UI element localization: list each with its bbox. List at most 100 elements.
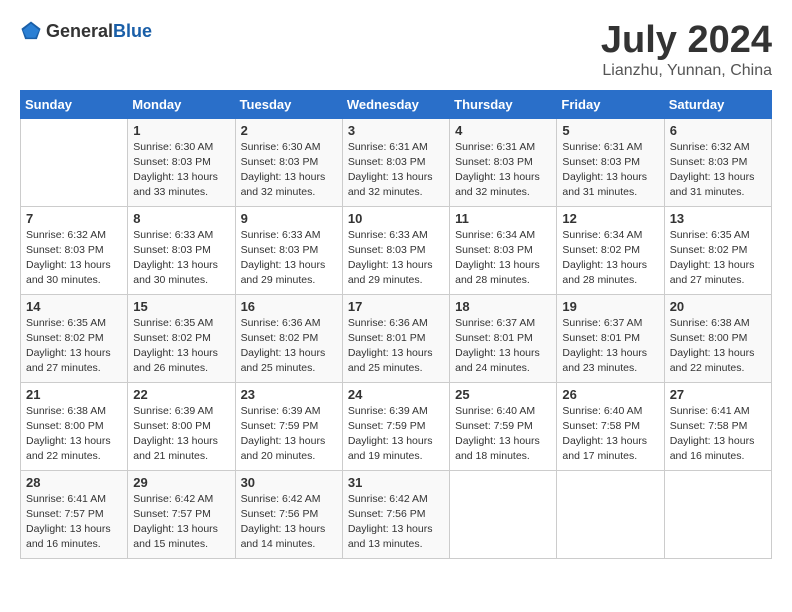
day-number: 22	[133, 387, 229, 402]
day-number: 2	[241, 123, 337, 138]
day-number: 18	[455, 299, 551, 314]
calendar-header: SundayMondayTuesdayWednesdayThursdayFrid…	[21, 90, 772, 118]
day-number: 16	[241, 299, 337, 314]
day-info: Sunrise: 6:41 AMSunset: 7:58 PMDaylight:…	[670, 404, 766, 465]
day-info: Sunrise: 6:33 AMSunset: 8:03 PMDaylight:…	[241, 228, 337, 289]
calendar-cell: 18Sunrise: 6:37 AMSunset: 8:01 PMDayligh…	[450, 294, 557, 382]
calendar-cell: 12Sunrise: 6:34 AMSunset: 8:02 PMDayligh…	[557, 206, 664, 294]
calendar-cell: 22 Sunrise: 6:39 AMSunset: 8:00 PMDayligh…	[128, 382, 235, 470]
location-subtitle: Lianzhu, Yunnan, China	[601, 62, 772, 80]
day-number: 23	[241, 387, 337, 402]
calendar-cell: 13 Sunrise: 6:35 AMSunset: 8:02 PMDayligh…	[664, 206, 771, 294]
calendar-cell: 21 Sunrise: 6:38 AMSunset: 8:00 PMDayligh…	[21, 382, 128, 470]
day-number: 8	[133, 211, 229, 226]
calendar-cell: 19 Sunrise: 6:37 AMSunset: 8:01 PMDayligh…	[557, 294, 664, 382]
weekday-header-row: SundayMondayTuesdayWednesdayThursdayFrid…	[21, 90, 772, 118]
calendar-table: SundayMondayTuesdayWednesdayThursdayFrid…	[20, 90, 772, 559]
day-info: Sunrise: 6:35 AMSunset: 8:02 PMDaylight:…	[670, 228, 766, 289]
calendar-cell: 14 Sunrise: 6:35 AMSunset: 8:02 PMDayligh…	[21, 294, 128, 382]
calendar-cell: 30 Sunrise: 6:42 AMSunset: 7:56 PMDayligh…	[235, 470, 342, 558]
calendar-cell: 15Sunrise: 6:35 AMSunset: 8:02 PMDayligh…	[128, 294, 235, 382]
day-info: Sunrise: 6:34 AMSunset: 8:03 PMDaylight:…	[455, 228, 551, 289]
page-header: GeneralBlue July 2024 Lianzhu, Yunnan, C…	[20, 20, 772, 80]
day-info: Sunrise: 6:32 AMSunset: 8:03 PMDaylight:…	[670, 140, 766, 201]
calendar-cell: 27 Sunrise: 6:41 AMSunset: 7:58 PMDayligh…	[664, 382, 771, 470]
weekday-header-saturday: Saturday	[664, 90, 771, 118]
calendar-cell: 31 Sunrise: 6:42 AMSunset: 7:56 PMDayligh…	[342, 470, 449, 558]
day-number: 26	[562, 387, 658, 402]
weekday-header-thursday: Thursday	[450, 90, 557, 118]
day-info: Sunrise: 6:31 AMSunset: 8:03 PMDaylight:…	[348, 140, 444, 201]
calendar-cell: 26 Sunrise: 6:40 AMSunset: 7:58 PMDayligh…	[557, 382, 664, 470]
calendar-cell: 4 Sunrise: 6:31 AMSunset: 8:03 PMDaylight…	[450, 118, 557, 206]
day-number: 31	[348, 475, 444, 490]
calendar-cell	[664, 470, 771, 558]
day-number: 28	[26, 475, 122, 490]
day-number: 30	[241, 475, 337, 490]
calendar-cell	[21, 118, 128, 206]
calendar-cell	[557, 470, 664, 558]
day-info: Sunrise: 6:31 AMSunset: 8:03 PMDaylight:…	[562, 140, 658, 201]
day-info: Sunrise: 6:40 AMSunset: 7:59 PMDaylight:…	[455, 404, 551, 465]
calendar-cell: 17 Sunrise: 6:36 AMSunset: 8:01 PMDayligh…	[342, 294, 449, 382]
day-info: Sunrise: 6:35 AMSunset: 8:02 PMDaylight:…	[26, 316, 122, 377]
day-info: Sunrise: 6:36 AMSunset: 8:01 PMDaylight:…	[348, 316, 444, 377]
day-number: 27	[670, 387, 766, 402]
calendar-cell: 10 Sunrise: 6:33 AMSunset: 8:03 PMDayligh…	[342, 206, 449, 294]
calendar-week-row: 7Sunrise: 6:32 AMSunset: 8:03 PMDaylight…	[21, 206, 772, 294]
calendar-cell: 11 Sunrise: 6:34 AMSunset: 8:03 PMDayligh…	[450, 206, 557, 294]
calendar-body: 1 Sunrise: 6:30 AMSunset: 8:03 PMDaylight…	[21, 118, 772, 558]
day-info: Sunrise: 6:42 AMSunset: 7:56 PMDaylight:…	[348, 492, 444, 553]
day-number: 12	[562, 211, 658, 226]
day-info: Sunrise: 6:35 AMSunset: 8:02 PMDaylight:…	[133, 316, 229, 377]
day-number: 14	[26, 299, 122, 314]
day-info: Sunrise: 6:30 AMSunset: 8:03 PMDaylight:…	[241, 140, 337, 201]
day-info: Sunrise: 6:38 AMSunset: 8:00 PMDaylight:…	[670, 316, 766, 377]
day-info: Sunrise: 6:36 AMSunset: 8:02 PMDaylight:…	[241, 316, 337, 377]
day-info: Sunrise: 6:30 AMSunset: 8:03 PMDaylight:…	[133, 140, 229, 201]
calendar-cell: 2 Sunrise: 6:30 AMSunset: 8:03 PMDaylight…	[235, 118, 342, 206]
calendar-cell: 28 Sunrise: 6:41 AMSunset: 7:57 PMDayligh…	[21, 470, 128, 558]
calendar-cell	[450, 470, 557, 558]
day-number: 20	[670, 299, 766, 314]
title-block: July 2024 Lianzhu, Yunnan, China	[601, 20, 772, 80]
calendar-cell: 25 Sunrise: 6:40 AMSunset: 7:59 PMDayligh…	[450, 382, 557, 470]
weekday-header-monday: Monday	[128, 90, 235, 118]
day-number: 24	[348, 387, 444, 402]
calendar-week-row: 1 Sunrise: 6:30 AMSunset: 8:03 PMDaylight…	[21, 118, 772, 206]
day-number: 25	[455, 387, 551, 402]
calendar-cell: 9Sunrise: 6:33 AMSunset: 8:03 PMDaylight…	[235, 206, 342, 294]
day-number: 11	[455, 211, 551, 226]
logo-general: General	[46, 21, 113, 41]
day-info: Sunrise: 6:38 AMSunset: 8:00 PMDaylight:…	[26, 404, 122, 465]
logo-blue: Blue	[113, 21, 152, 41]
day-number: 10	[348, 211, 444, 226]
day-info: Sunrise: 6:39 AMSunset: 8:00 PMDaylight:…	[133, 404, 229, 465]
day-info: Sunrise: 6:37 AMSunset: 8:01 PMDaylight:…	[562, 316, 658, 377]
calendar-cell: 16 Sunrise: 6:36 AMSunset: 8:02 PMDayligh…	[235, 294, 342, 382]
day-number: 4	[455, 123, 551, 138]
day-number: 13	[670, 211, 766, 226]
day-number: 5	[562, 123, 658, 138]
calendar-cell: 5 Sunrise: 6:31 AMSunset: 8:03 PMDaylight…	[557, 118, 664, 206]
calendar-week-row: 14 Sunrise: 6:35 AMSunset: 8:02 PMDayligh…	[21, 294, 772, 382]
day-number: 21	[26, 387, 122, 402]
calendar-cell: 8Sunrise: 6:33 AMSunset: 8:03 PMDaylight…	[128, 206, 235, 294]
day-info: Sunrise: 6:33 AMSunset: 8:03 PMDaylight:…	[348, 228, 444, 289]
day-info: Sunrise: 6:32 AMSunset: 8:03 PMDaylight:…	[26, 228, 122, 289]
day-number: 17	[348, 299, 444, 314]
logo-icon	[20, 20, 42, 42]
day-info: Sunrise: 6:39 AMSunset: 7:59 PMDaylight:…	[348, 404, 444, 465]
day-number: 19	[562, 299, 658, 314]
day-number: 3	[348, 123, 444, 138]
calendar-cell: 20 Sunrise: 6:38 AMSunset: 8:00 PMDayligh…	[664, 294, 771, 382]
day-info: Sunrise: 6:40 AMSunset: 7:58 PMDaylight:…	[562, 404, 658, 465]
calendar-cell: 29Sunrise: 6:42 AMSunset: 7:57 PMDayligh…	[128, 470, 235, 558]
calendar-cell: 1 Sunrise: 6:30 AMSunset: 8:03 PMDaylight…	[128, 118, 235, 206]
calendar-cell: 24 Sunrise: 6:39 AMSunset: 7:59 PMDayligh…	[342, 382, 449, 470]
day-info: Sunrise: 6:42 AMSunset: 7:56 PMDaylight:…	[241, 492, 337, 553]
day-info: Sunrise: 6:31 AMSunset: 8:03 PMDaylight:…	[455, 140, 551, 201]
weekday-header-sunday: Sunday	[21, 90, 128, 118]
day-number: 1	[133, 123, 229, 138]
day-info: Sunrise: 6:41 AMSunset: 7:57 PMDaylight:…	[26, 492, 122, 553]
